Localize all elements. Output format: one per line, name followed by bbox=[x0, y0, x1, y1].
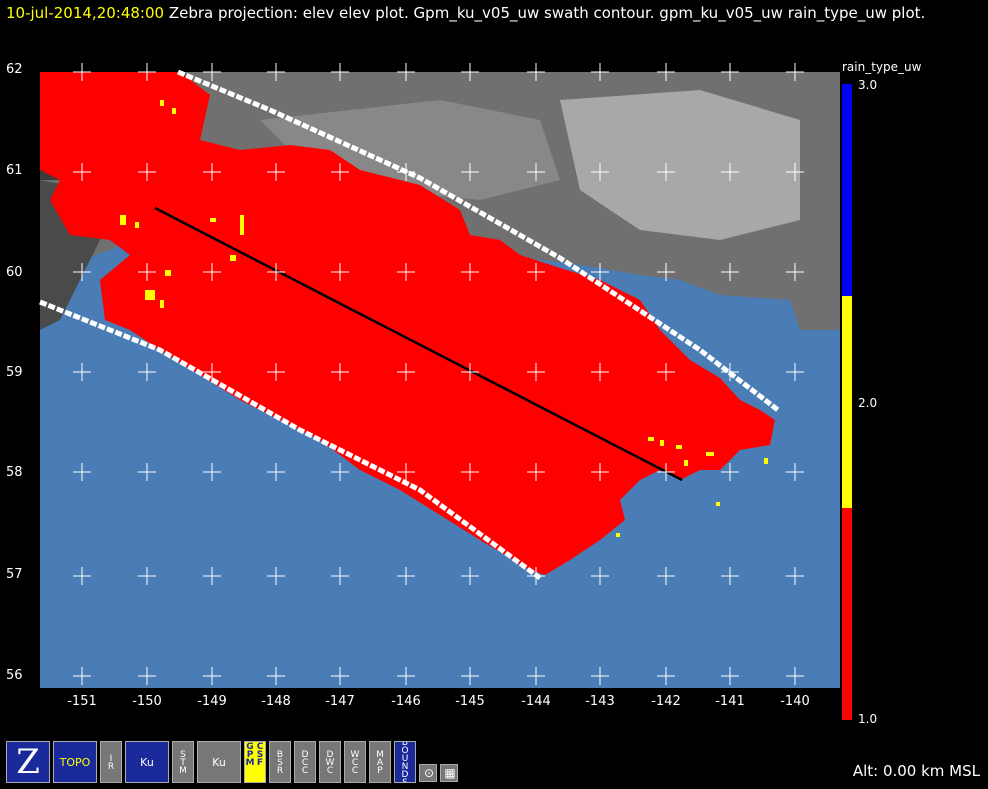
lat-tick: 59 bbox=[6, 365, 23, 380]
csf-gpm-button[interactable]: CSF GPM bbox=[244, 741, 266, 783]
lat-tick: 60 bbox=[6, 265, 23, 280]
bounds-button[interactable]: BOUNDS bbox=[394, 741, 416, 783]
legend-swatch-stratiform bbox=[842, 508, 852, 720]
lon-tick: -142 bbox=[651, 694, 681, 709]
lon-tick: -146 bbox=[391, 694, 421, 709]
altitude-readout: Alt: 0.00 km MSL bbox=[852, 762, 980, 780]
map-canvas[interactable] bbox=[0, 0, 988, 789]
lat-tick: 56 bbox=[6, 668, 23, 683]
lon-tick: -147 bbox=[325, 694, 355, 709]
lon-tick: -143 bbox=[585, 694, 615, 709]
ir-button[interactable]: IR bbox=[100, 741, 122, 783]
dcc-button[interactable]: DCC bbox=[294, 741, 316, 783]
legend-swatch-other bbox=[842, 84, 852, 296]
lon-tick: -144 bbox=[521, 694, 551, 709]
grid-icon[interactable]: ▦ bbox=[440, 764, 458, 782]
lat-tick: 58 bbox=[6, 465, 23, 480]
lon-tick: -151 bbox=[67, 694, 97, 709]
legend-swatch-convective bbox=[842, 296, 852, 508]
legend-tick: 1.0 bbox=[858, 712, 878, 726]
lon-tick: -148 bbox=[261, 694, 291, 709]
map-button[interactable]: MAP bbox=[369, 741, 391, 783]
dwc-button[interactable]: DWC bbox=[319, 741, 341, 783]
circle-target-icon[interactable]: ⊙ bbox=[419, 764, 437, 782]
ku2-button[interactable]: Ku bbox=[197, 741, 241, 783]
zebra-icon[interactable]: Z bbox=[6, 741, 50, 783]
plot-time: 10-jul-2014,20:48:00 bbox=[6, 4, 165, 22]
ku-button[interactable]: Ku bbox=[125, 741, 169, 783]
lat-tick: 62 bbox=[6, 62, 23, 77]
lon-tick: -150 bbox=[132, 694, 162, 709]
lon-tick: -145 bbox=[455, 694, 485, 709]
wcc-button[interactable]: WCC bbox=[344, 741, 366, 783]
lon-tick: -141 bbox=[715, 694, 745, 709]
stm-button[interactable]: STM bbox=[172, 741, 194, 783]
legend-title: rain_type_uw bbox=[842, 60, 922, 74]
lon-tick: -140 bbox=[780, 694, 810, 709]
toolbar: Z TOPO IR Ku STM Ku CSF GPM BSR DCC DWC … bbox=[6, 740, 458, 784]
bsr-button[interactable]: BSR bbox=[269, 741, 291, 783]
lat-tick: 57 bbox=[6, 567, 23, 582]
legend-colorbar bbox=[842, 84, 852, 720]
legend-tick: 3.0 bbox=[858, 78, 878, 92]
topo-button[interactable]: TOPO bbox=[53, 741, 97, 783]
plot-title: 10-jul-2014,20:48:00 Zebra projection: e… bbox=[6, 2, 966, 24]
legend-tick: 2.0 bbox=[858, 396, 878, 410]
lon-tick: -149 bbox=[197, 694, 227, 709]
plot-description: Zebra projection: elev elev plot. Gpm_ku… bbox=[164, 4, 926, 22]
lat-tick: 61 bbox=[6, 163, 23, 178]
